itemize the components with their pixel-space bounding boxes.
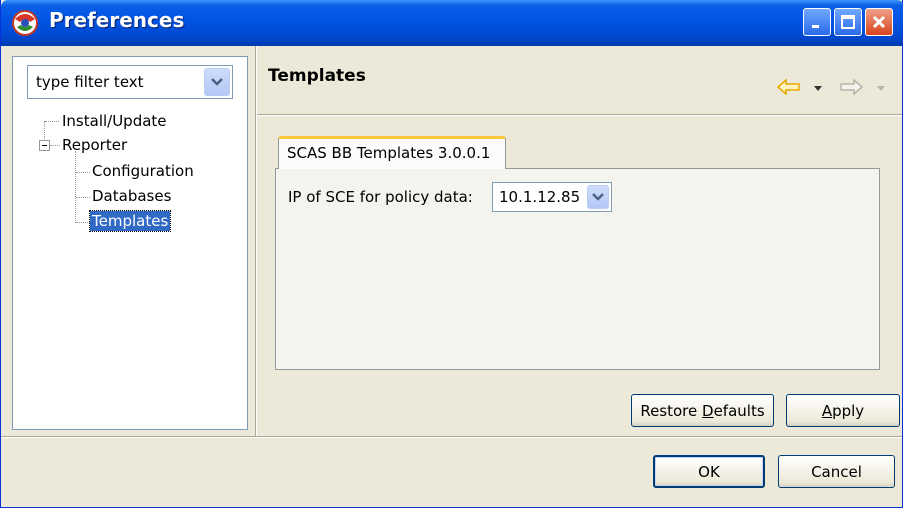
forward-arrow-icon[interactable]: [839, 79, 863, 95]
filter-input[interactable]: type filter text: [36, 73, 144, 91]
restore-defaults-button[interactable]: Restore Defaults: [631, 394, 774, 427]
chevron-down-icon: [592, 193, 604, 201]
app-icon: [12, 10, 38, 36]
tab-scas-bb-templates[interactable]: SCAS BB Templates 3.0.0.1: [278, 136, 506, 169]
page-title: Templates: [268, 66, 366, 86]
tree-item-reporter[interactable]: Reporter: [62, 135, 127, 155]
tree-item-install-update[interactable]: Install/Update: [62, 111, 167, 131]
preference-page: Templates SCAS BB Templates 3.0.0.1 IP o…: [257, 46, 902, 434]
preference-tree: Install/Update Reporter Configuration Da…: [13, 107, 247, 307]
chevron-down-icon: [211, 78, 223, 86]
restore-label-suffix: efaults: [713, 401, 765, 420]
filter-dropdown-button[interactable]: [204, 68, 230, 96]
preferences-window: Preferences type filter text Install/Upd…: [0, 0, 903, 508]
tree-item-configuration[interactable]: Configuration: [92, 161, 194, 181]
apply-label-suffix: pply: [832, 401, 865, 420]
sce-ip-select[interactable]: 10.1.12.85: [492, 182, 612, 212]
filter-combo[interactable]: type filter text: [27, 65, 233, 99]
sce-ip-value: 10.1.12.85: [499, 188, 581, 206]
cancel-button[interactable]: Cancel: [778, 455, 895, 488]
back-arrow-icon[interactable]: [777, 79, 801, 95]
footer-separator: [1, 436, 902, 438]
title-bar[interactable]: Preferences: [1, 0, 903, 46]
maximize-button[interactable]: [834, 8, 862, 36]
close-icon: [872, 15, 886, 29]
sce-ip-label: IP of SCE for policy data:: [288, 188, 473, 206]
back-dropdown-icon[interactable]: [814, 86, 822, 92]
tree-item-databases[interactable]: Databases: [92, 186, 171, 206]
window-title: Preferences: [49, 8, 185, 32]
sce-ip-dropdown-button[interactable]: [587, 185, 609, 209]
minimize-button[interactable]: [803, 8, 831, 36]
preference-tree-panel: type filter text Install/Update Reporter…: [12, 56, 248, 430]
tab-label: SCAS BB Templates 3.0.0.1: [287, 144, 491, 162]
maximize-icon: [841, 15, 855, 29]
tab-content: IP of SCE for policy data: 10.1.12.85: [275, 168, 880, 370]
restore-mnemonic: D: [702, 401, 714, 420]
minimize-icon: [812, 25, 819, 28]
header-separator: [257, 114, 902, 116]
apply-mnemonic: A: [821, 401, 833, 420]
restore-label-prefix: Restore: [640, 401, 703, 420]
tree-item-templates[interactable]: Templates: [88, 210, 172, 232]
collapse-icon[interactable]: [39, 140, 50, 151]
apply-button[interactable]: Apply: [786, 394, 900, 427]
close-button[interactable]: [865, 8, 893, 36]
ok-button[interactable]: OK: [653, 455, 765, 488]
forward-dropdown-icon[interactable]: [877, 86, 885, 92]
